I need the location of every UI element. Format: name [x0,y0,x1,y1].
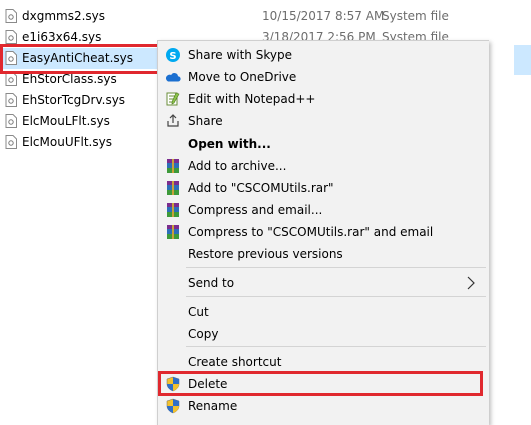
menu-label: Compress to "CSCOMUtils.rar" and email [188,225,434,239]
winrar-icon [167,225,179,239]
menu-item-move-onedrive[interactable]: Move to OneDrive [158,66,489,88]
menu-label: Compress and email... [188,203,323,217]
menu-item-cut[interactable]: Cut [158,301,489,323]
menu-label: Open with... [188,137,271,151]
context-menu: S Share with Skype Move to OneDrive Edit… [157,40,489,425]
menu-label: Add to archive... [188,159,287,173]
menu-separator [186,296,486,297]
share-icon [167,114,179,127]
menu-item-add-rar[interactable]: Add to "CSCOMUtils.rar" [158,177,489,199]
menu-separator [186,267,486,268]
menu-item-add-archive[interactable]: Add to archive... [158,155,489,177]
svg-text:S: S [169,51,176,62]
notepad-plus-plus-icon [166,92,180,106]
skype-icon: S [166,48,180,62]
menu-item-compress-rar-email[interactable]: Compress to "CSCOMUtils.rar" and email [158,221,489,243]
system-file-icon [5,93,17,107]
selection-row-extension [514,45,531,75]
chevron-right-icon [467,276,475,290]
file-type: System file [382,9,449,23]
menu-label: Share with Skype [188,48,292,62]
menu-item-restore-versions[interactable]: Restore previous versions [158,243,489,265]
menu-label: Restore previous versions [188,247,343,261]
system-file-icon [5,135,17,149]
menu-item-rename[interactable]: Rename [158,395,489,417]
highlight-box-file [0,44,160,74]
system-file-icon [5,72,17,86]
menu-label: Share [188,114,223,128]
menu-label: Send to [188,276,235,290]
highlight-box-delete [158,371,483,396]
menu-label: Copy [188,327,219,341]
file-row[interactable]: dxgmms2.sys 10/15/2017 8:57 AM System fi… [0,6,531,27]
menu-item-send-to[interactable]: Send to [158,272,489,294]
menu-item-compress-email[interactable]: Compress and email... [158,199,489,221]
file-name: EhStorTcgDrv.sys [22,93,126,107]
winrar-icon [167,159,179,173]
file-name: ElcMouLFlt.sys [22,114,110,128]
menu-item-edit-notepad[interactable]: Edit with Notepad++ [158,88,489,110]
file-name: ElcMouUFlt.sys [22,135,112,149]
file-name: EhStorClass.sys [22,72,117,86]
menu-item-copy[interactable]: Copy [158,323,489,345]
winrar-icon [167,181,179,195]
menu-item-share-skype[interactable]: S Share with Skype [158,44,489,66]
menu-label: Create shortcut [188,355,282,369]
menu-separator [186,346,486,347]
system-file-icon [5,30,17,44]
file-name: e1i63x64.sys [22,30,102,44]
menu-label: Cut [188,305,209,319]
menu-label: Edit with Notepad++ [188,92,316,106]
menu-label: Move to OneDrive [188,70,297,84]
menu-label: Rename [188,399,238,413]
file-name: dxgmms2.sys [22,9,106,23]
winrar-icon [167,203,179,217]
menu-item-open-with[interactable]: Open with... [158,133,489,155]
file-date: 10/15/2017 8:57 AM [262,9,385,23]
system-file-icon [5,114,17,128]
menu-label: Add to "CSCOMUtils.rar" [188,181,334,195]
system-file-icon [5,9,17,23]
uac-shield-icon [166,398,180,414]
onedrive-cloud-icon [165,73,181,82]
menu-item-share[interactable]: Share [158,110,489,132]
menu-item-create-shortcut[interactable]: Create shortcut [158,351,489,373]
